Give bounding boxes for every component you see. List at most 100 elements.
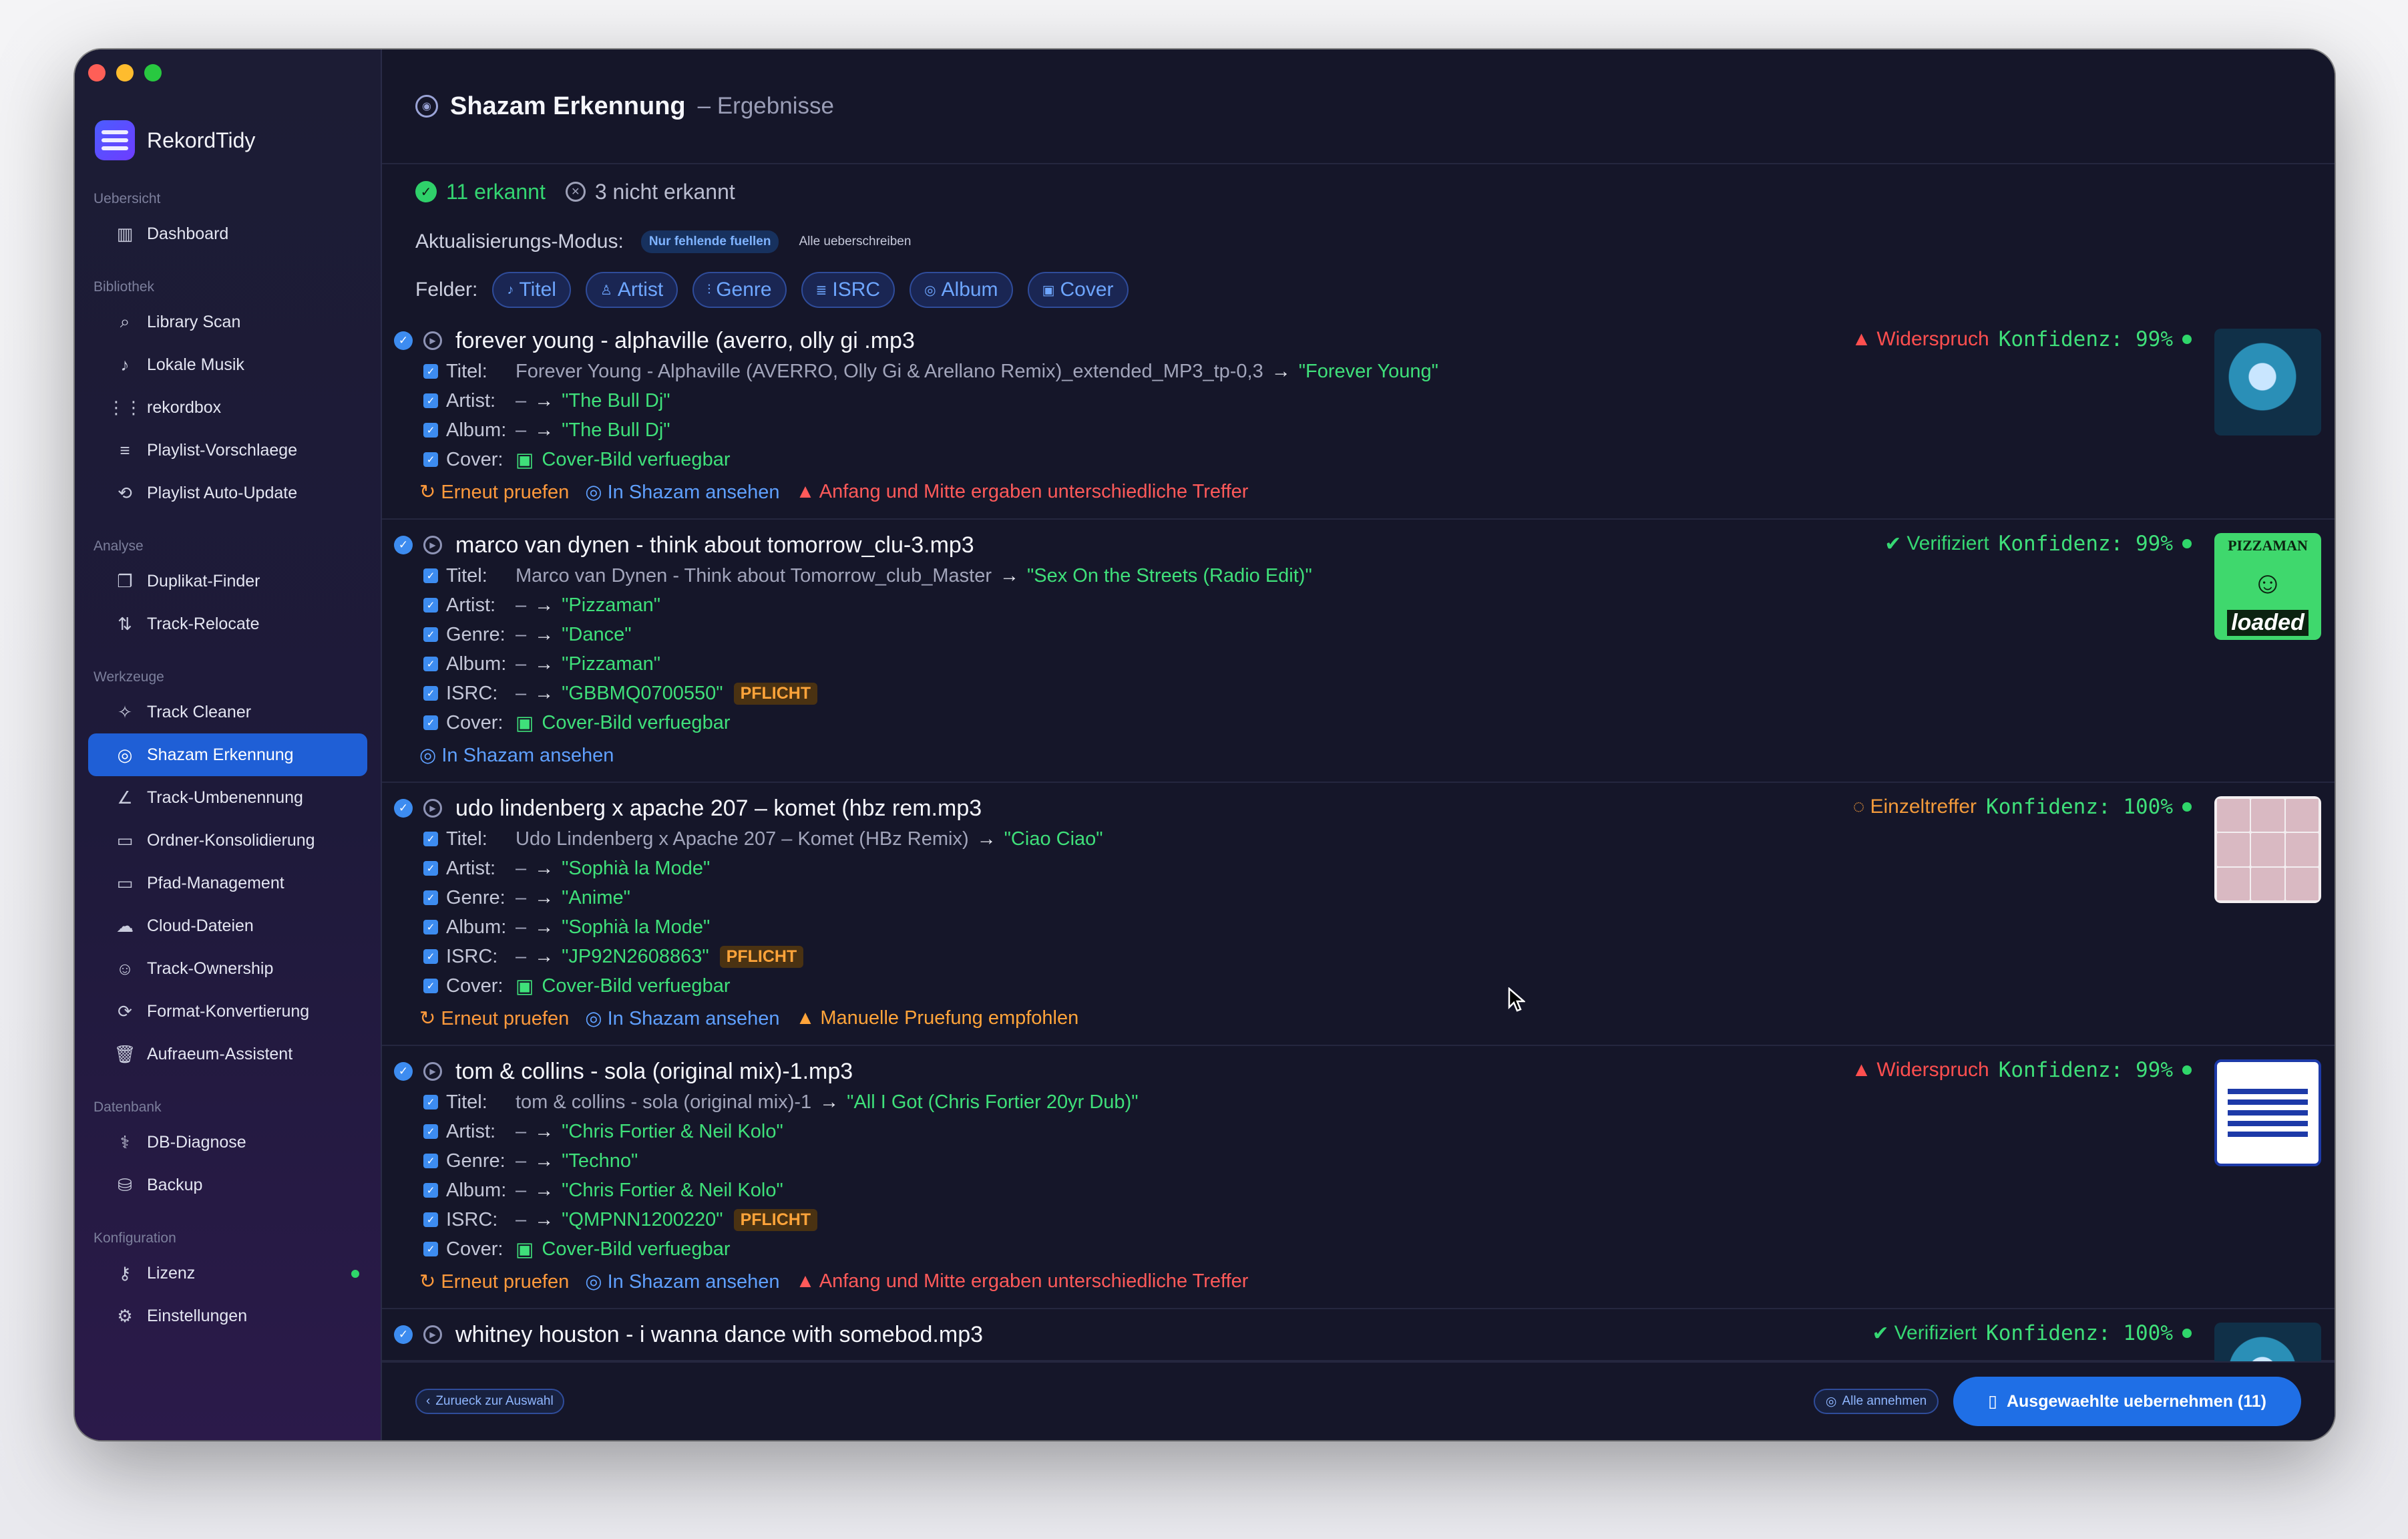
open-shazam-link[interactable]: ◎ In Shazam ansehen [585, 480, 779, 504]
sidebar-item-aufraeum-assistent[interactable]: 🗑 Aufraeum-Assistent [88, 1033, 367, 1075]
sidebar-item-track-umbenennung[interactable]: ∠ Track-Umbenennung [88, 776, 367, 819]
field-checkbox[interactable]: ✓ [423, 890, 438, 905]
arrow-right-icon: → [534, 419, 554, 441]
sidebar-item-format-konvertierung[interactable]: ⟳ Format-Konvertierung [88, 990, 367, 1033]
field-chip-titel[interactable]: ♪ Titel [492, 272, 571, 308]
track-select-checkbox[interactable]: ✓ [394, 1062, 413, 1081]
field-checkbox[interactable]: ✓ [423, 861, 438, 876]
field-checkbox[interactable]: ✓ [423, 949, 438, 964]
play-icon[interactable]: ▶ [423, 536, 442, 554]
field-chip-album[interactable]: ◎ Album [910, 272, 1013, 308]
sidebar-item-backup[interactable]: ⛁ Backup [88, 1164, 367, 1206]
field-checkbox[interactable]: ✓ [423, 452, 438, 467]
apply-selected-button[interactable]: ▯ Ausgewaehlte uebernehmen (11) [1953, 1377, 2301, 1426]
field-checkbox[interactable]: ✓ [423, 1154, 438, 1168]
person-icon: ☺ [116, 958, 134, 979]
recognized-count: ✓ 11 erkannt [415, 180, 546, 204]
sidebar-item-cloud-dateien[interactable]: ☁ Cloud-Dateien [88, 904, 367, 947]
arrow-right-icon: → [534, 1179, 554, 1201]
arrow-right-icon: → [534, 1150, 554, 1172]
confidence-value: Konfidenz: 99% [1998, 1058, 2173, 1082]
sidebar-item-lizenz[interactable]: ⚷ Lizenz [88, 1252, 367, 1295]
play-icon[interactable]: ▶ [423, 1325, 442, 1344]
field-checkbox[interactable]: ✓ [423, 686, 438, 701]
field-chip-genre[interactable]: ⫶ Genre [692, 272, 787, 308]
sidebar-item-rekordbox[interactable]: ⋮⋮ rekordbox [88, 386, 367, 429]
play-icon[interactable]: ▶ [423, 1062, 442, 1081]
mode-fill-missing-option[interactable]: Nur fehlende fuellen [640, 230, 779, 253]
duplicate-icon: ❐ [117, 570, 133, 591]
track-select-checkbox[interactable]: ✓ [394, 799, 413, 818]
sidebar-item-playlist-vorschlaege[interactable]: ≡ Playlist-Vorschlaege [88, 429, 367, 472]
chevron-left-icon: ‹ [426, 1394, 431, 1408]
field-checkbox[interactable]: ✓ [423, 364, 438, 379]
arrow-right-icon: → [534, 886, 554, 908]
sidebar-item-duplikat-finder[interactable]: ❐ Duplikat-Finder [88, 560, 367, 603]
close-window-button[interactable] [88, 64, 106, 81]
field-checkbox[interactable]: ✓ [423, 393, 438, 408]
sidebar-item-track-relocate[interactable]: ⇅ Track-Relocate [88, 603, 367, 645]
status-badge: ◌ Einzeltreffer [1852, 796, 1977, 818]
app-logo-icon [95, 120, 135, 160]
cover-art [2214, 1059, 2321, 1166]
field-checkbox[interactable]: ✓ [423, 1212, 438, 1227]
field-checkbox[interactable]: ✓ [423, 657, 438, 671]
field-checkbox[interactable]: ✓ [423, 627, 438, 642]
field-checkbox[interactable]: ✓ [423, 598, 438, 613]
track-actions: ↻ Erneut pruefen ◎ In Shazam ansehen ▲ A… [382, 474, 2335, 509]
track-select-checkbox[interactable]: ✓ [394, 536, 413, 554]
conflict-warning: ▲ Anfang und Mitte ergaben unterschiedli… [795, 1270, 1249, 1292]
field-checkbox[interactable]: ✓ [423, 1183, 438, 1198]
retry-link[interactable]: ↻ Erneut pruefen [419, 1270, 569, 1293]
sidebar-item-einstellungen[interactable]: ⚙ Einstellungen [88, 1295, 367, 1337]
play-icon[interactable]: ▶ [423, 799, 442, 818]
open-shazam-link[interactable]: ◎ In Shazam ansehen [585, 1270, 779, 1293]
field-chip-artist[interactable]: ♙ Artist [585, 272, 678, 308]
back-to-selection-button[interactable]: ‹ Zurueck zur Auswahl [415, 1389, 564, 1414]
open-shazam-link[interactable]: ◎ In Shazam ansehen [419, 743, 614, 767]
sidebar-item-track-ownership[interactable]: ☺ Track-Ownership [88, 947, 367, 990]
field-checkbox[interactable]: ✓ [423, 568, 438, 583]
minimize-window-button[interactable] [116, 64, 134, 81]
accept-all-button[interactable]: ◎ Alle annehmen [1813, 1389, 1939, 1414]
field-checkbox[interactable]: ✓ [423, 920, 438, 934]
retry-link[interactable]: ↻ Erneut pruefen [419, 1007, 569, 1030]
field-chip-isrc[interactable]: ≣ ISRC [801, 272, 895, 308]
sidebar-item-shazam-erkennung[interactable]: ◎ Shazam Erkennung [88, 733, 367, 776]
section-title-konfiguration: Konfiguration [93, 1230, 176, 1246]
update-mode-row: Aktualisierungs-Modus: Nur fehlende fuel… [382, 219, 2335, 265]
field-checkbox[interactable]: ✓ [423, 423, 438, 438]
window-controls [88, 64, 162, 81]
sidebar-item-library-scan[interactable]: ⌕ Library Scan [88, 301, 367, 343]
sidebar-item-db-diagnose[interactable]: ⚕ DB-Diagnose [88, 1121, 367, 1164]
field-checkbox[interactable]: ✓ [423, 1242, 438, 1256]
track-filename: marco van dynen - think about tomorrow_c… [455, 532, 974, 558]
image-icon: ▣ [516, 1238, 534, 1260]
result-stats: ✓ 11 erkannt ✕ 3 nicht erkannt [382, 164, 2335, 219]
field-checkbox[interactable]: ✓ [423, 1124, 438, 1139]
open-shazam-link[interactable]: ◎ In Shazam ansehen [585, 1007, 779, 1030]
sidebar-item-track-cleaner[interactable]: ✧ Track Cleaner [88, 691, 367, 733]
play-icon[interactable]: ▶ [423, 331, 442, 350]
track-select-checkbox[interactable]: ✓ [394, 1325, 413, 1344]
required-badge: PFLICHT [719, 945, 804, 968]
field-chip-cover[interactable]: ▣ Cover [1027, 272, 1129, 308]
mode-overwrite-all-option[interactable]: Alle ueberschreiben [796, 230, 914, 253]
cover-art [2214, 796, 2321, 903]
field-checkbox[interactable]: ✓ [423, 715, 438, 730]
zoom-window-button[interactable] [144, 64, 162, 81]
sidebar-item-playlist-auto-update[interactable]: ⟲ Playlist Auto-Update [88, 472, 367, 514]
field-checkbox[interactable]: ✓ [423, 1095, 438, 1109]
sidebar: RekordTidy Uebersicht ▥ Dashboard Bibliot… [75, 49, 382, 1440]
field-checkbox[interactable]: ✓ [423, 979, 438, 993]
sidebar-item-dashboard[interactable]: ▥ Dashboard [88, 212, 367, 255]
field-checkbox[interactable]: ✓ [423, 832, 438, 846]
retry-link[interactable]: ↻ Erneut pruefen [419, 480, 569, 504]
sidebar-item-lokale-musik[interactable]: ♪ Lokale Musik [88, 343, 367, 386]
trash-icon: 🗑 [114, 1043, 136, 1064]
music-note-icon: ♪ [120, 354, 130, 375]
sidebar-item-ordner-konsolidierung[interactable]: ▭ Ordner-Konsolidierung [88, 819, 367, 862]
chart-bar-icon: ▥ [116, 223, 134, 244]
sidebar-item-pfad-management[interactable]: ▭ Pfad-Management [88, 862, 367, 904]
track-select-checkbox[interactable]: ✓ [394, 331, 413, 350]
